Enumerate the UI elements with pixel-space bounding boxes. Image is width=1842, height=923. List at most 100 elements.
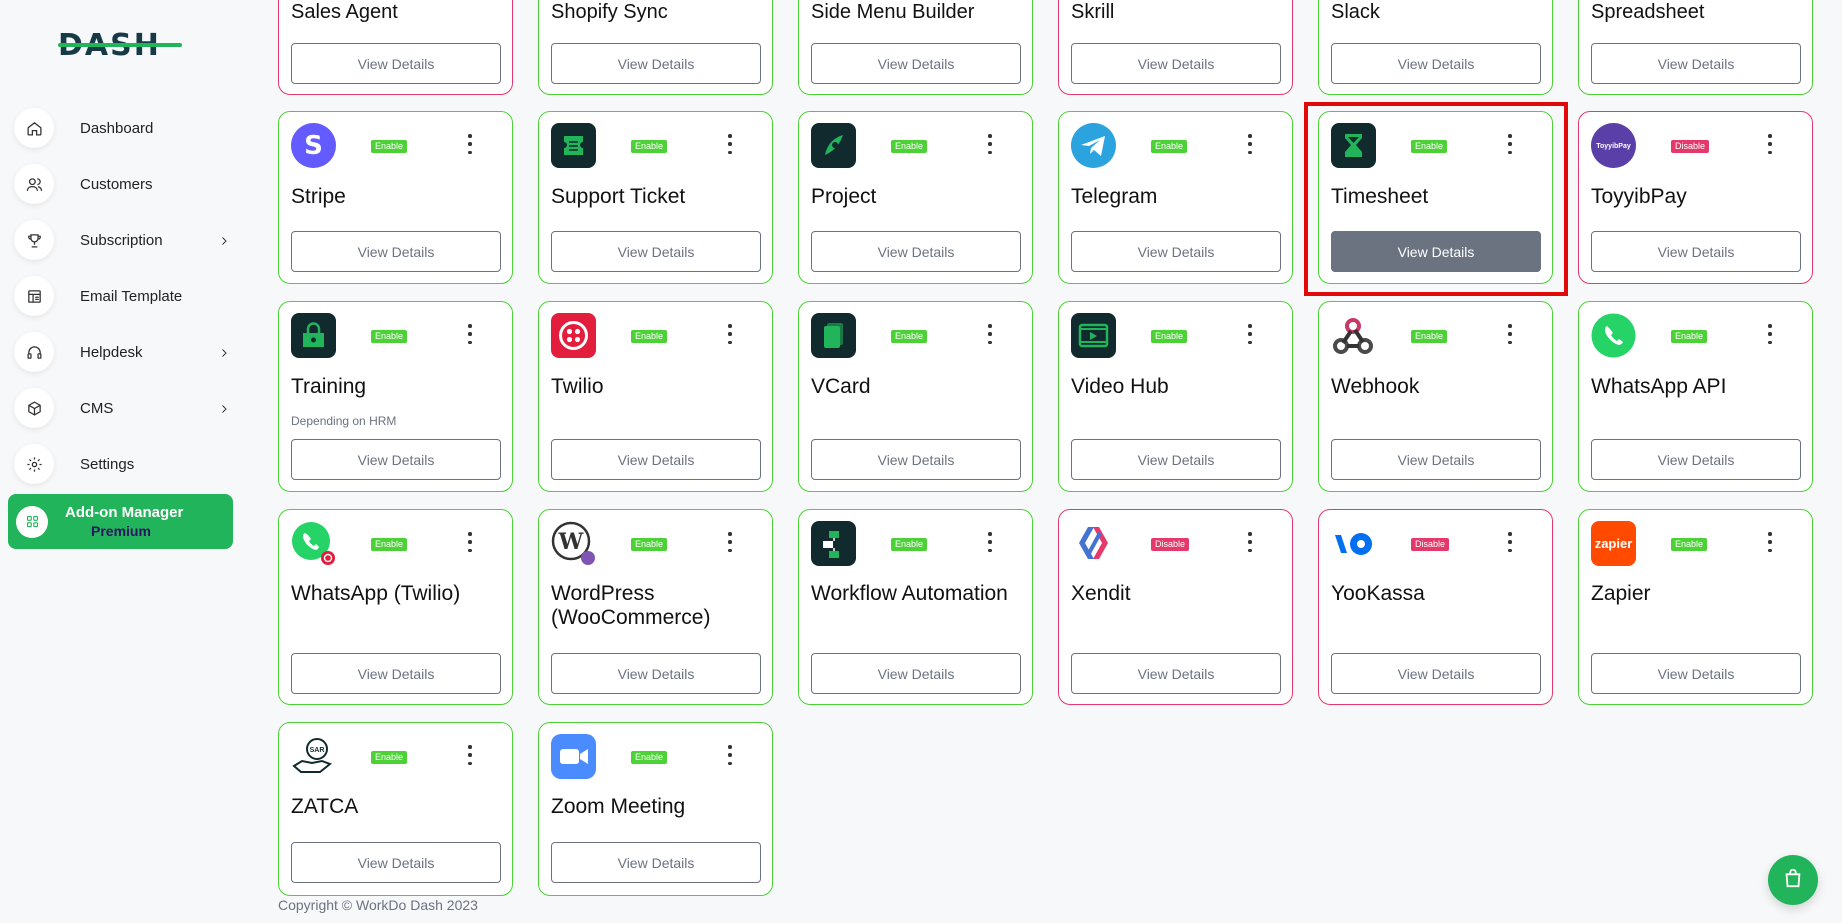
- addon-card-xendit: Disable Xendit View Details: [1058, 509, 1293, 705]
- addon-card-project: Enable Project View Details: [798, 111, 1033, 284]
- view-details-button[interactable]: View Details: [1591, 653, 1801, 694]
- view-details-button[interactable]: View Details: [1331, 43, 1541, 84]
- twilio-icon: [551, 313, 596, 358]
- view-details-button[interactable]: View Details: [1591, 439, 1801, 480]
- status-badge: Enable: [631, 330, 668, 343]
- more-options-icon[interactable]: [1764, 134, 1776, 154]
- video-icon: [1071, 313, 1116, 358]
- card-title: Telegram: [1071, 185, 1158, 208]
- more-options-icon[interactable]: [464, 745, 476, 765]
- addon-card-support-ticket: Enable Support Ticket View Details: [538, 111, 773, 284]
- more-options-icon[interactable]: [1764, 532, 1776, 552]
- more-options-icon[interactable]: [1244, 532, 1256, 552]
- view-details-button[interactable]: View Details: [291, 439, 501, 480]
- toyyibpay-icon: ToyyibPay: [1591, 123, 1636, 168]
- addon-card-twilio: Enable Twilio View Details: [538, 301, 773, 492]
- cart-button[interactable]: [1768, 855, 1818, 905]
- view-details-button[interactable]: View Details: [811, 653, 1021, 694]
- addon-card-telegram: Enable Telegram View Details: [1058, 111, 1293, 284]
- card-title: Twilio: [551, 375, 604, 398]
- view-details-button[interactable]: View Details: [1071, 43, 1281, 84]
- view-details-button[interactable]: View Details: [1071, 653, 1281, 694]
- more-options-icon[interactable]: [1504, 324, 1516, 344]
- zatca-icon: SAR: [291, 734, 336, 779]
- more-options-icon[interactable]: [724, 745, 736, 765]
- box-icon: [14, 388, 54, 428]
- sidebar-item-customers[interactable]: Customers: [12, 156, 240, 212]
- sidebar-item-dashboard[interactable]: Dashboard: [12, 100, 240, 156]
- view-details-button[interactable]: View Details: [1071, 231, 1281, 272]
- addon-card-zapier: zapier Enable Zapier View Details: [1578, 509, 1813, 705]
- sidebar-item-settings[interactable]: Settings: [12, 436, 240, 492]
- addon-card-yookassa: Disable YooKassa View Details: [1318, 509, 1553, 705]
- premium-badge: Premium: [91, 523, 151, 539]
- svg-text:W: W: [558, 529, 584, 555]
- view-details-button[interactable]: View Details: [291, 653, 501, 694]
- sidebar-item-addon-manager[interactable]: Add-on Manager Premium: [8, 494, 233, 549]
- more-options-icon[interactable]: [984, 324, 996, 344]
- status-badge: Disable: [1671, 140, 1710, 153]
- sidebar-item-email-template[interactable]: Email Template: [12, 268, 240, 324]
- addon-card-toyyibpay: ToyyibPay Disable ToyyibPay View Details: [1578, 111, 1813, 284]
- addon-card-side-menu-builder: Side Menu Builder View Details: [798, 0, 1033, 95]
- card-title: Support Ticket: [551, 185, 686, 208]
- more-options-icon[interactable]: [984, 134, 996, 154]
- view-details-button[interactable]: View Details: [811, 439, 1021, 480]
- template-icon: [14, 276, 54, 316]
- sidebar-item-helpdesk[interactable]: Helpdesk: [12, 324, 240, 380]
- view-details-button[interactable]: View Details: [551, 653, 761, 694]
- view-details-button[interactable]: View Details: [551, 43, 761, 84]
- addon-card-zoom-meeting: Enable Zoom Meeting View Details: [538, 722, 773, 896]
- more-options-icon[interactable]: [1244, 324, 1256, 344]
- addon-card-slack: Slack View Details: [1318, 0, 1553, 95]
- addon-card-video-hub: Enable Video Hub View Details: [1058, 301, 1293, 492]
- card-title: WhatsApp API: [1591, 375, 1727, 398]
- more-options-icon[interactable]: [464, 324, 476, 344]
- status-badge: Enable: [891, 330, 928, 343]
- view-details-button[interactable]: View Details: [551, 231, 761, 272]
- card-title: Shopify Sync: [551, 1, 668, 23]
- more-options-icon[interactable]: [724, 532, 736, 552]
- view-details-button[interactable]: View Details: [811, 231, 1021, 272]
- more-options-icon[interactable]: [464, 134, 476, 154]
- sidebar-item-label: Subscription: [80, 231, 163, 249]
- hourglass-icon: [1331, 123, 1376, 168]
- card-title: Skrill: [1071, 1, 1115, 23]
- view-details-button[interactable]: View Details: [1331, 653, 1541, 694]
- more-options-icon[interactable]: [724, 134, 736, 154]
- more-options-icon[interactable]: [984, 532, 996, 552]
- vcard-icon: [811, 313, 856, 358]
- yookassa-icon: [1331, 521, 1376, 566]
- view-details-button[interactable]: View Details: [1331, 231, 1541, 272]
- view-details-button[interactable]: View Details: [811, 43, 1021, 84]
- view-details-button[interactable]: View Details: [1071, 439, 1281, 480]
- shopping-bag-icon: [1782, 867, 1804, 894]
- card-title: VCard: [811, 375, 871, 398]
- view-details-button[interactable]: View Details: [1331, 439, 1541, 480]
- sidebar-item-cms[interactable]: CMS: [12, 380, 240, 436]
- view-details-button[interactable]: View Details: [291, 231, 501, 272]
- more-options-icon[interactable]: [1504, 134, 1516, 154]
- more-options-icon[interactable]: [1244, 134, 1256, 154]
- more-options-icon[interactable]: [464, 532, 476, 552]
- view-details-button[interactable]: View Details: [551, 439, 761, 480]
- whatsapp-icon: [1591, 313, 1636, 358]
- addon-card-sales-agent: Sales Agent View Details: [278, 0, 513, 95]
- home-icon: [14, 108, 54, 148]
- view-details-button[interactable]: View Details: [1591, 43, 1801, 84]
- view-details-button[interactable]: View Details: [291, 43, 501, 84]
- chevron-right-icon: [218, 402, 230, 418]
- more-options-icon[interactable]: [724, 324, 736, 344]
- sidebar-item-label: Helpdesk: [80, 343, 143, 361]
- more-options-icon[interactable]: [1764, 324, 1776, 344]
- sidebar-item-subscription[interactable]: Subscription: [12, 212, 240, 268]
- trophy-icon: [14, 220, 54, 260]
- view-details-button[interactable]: View Details: [291, 842, 501, 883]
- addon-card-webhook: Enable Webhook View Details: [1318, 301, 1553, 492]
- sidebar-item-label: Add-on Manager: [65, 504, 184, 521]
- more-options-icon[interactable]: [1504, 532, 1516, 552]
- card-title: YooKassa: [1331, 582, 1425, 605]
- view-details-button[interactable]: View Details: [1591, 231, 1801, 272]
- svg-text:ToyyibPay: ToyyibPay: [1596, 143, 1631, 150]
- view-details-button[interactable]: View Details: [551, 842, 761, 883]
